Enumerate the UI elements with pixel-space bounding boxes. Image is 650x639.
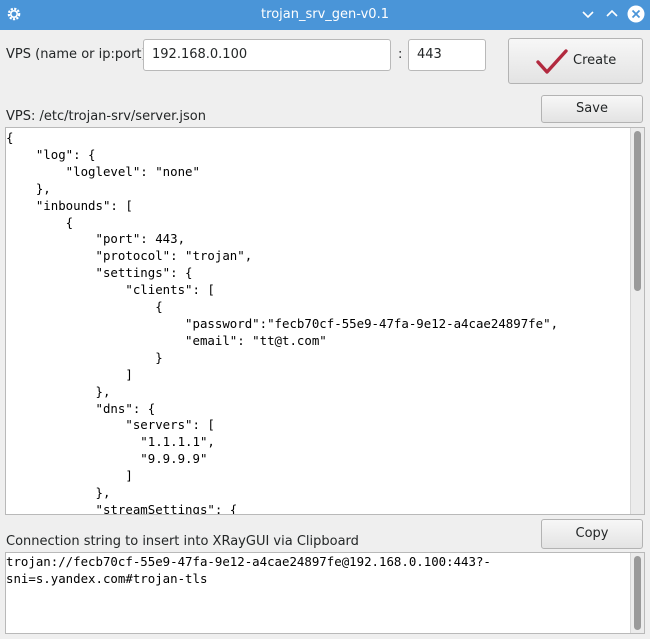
chevron-down-icon[interactable] [580,6,596,22]
vps-port-input[interactable]: 443 [408,39,486,71]
connection-scrollbar-thumb[interactable] [634,556,641,630]
connection-scrollbar[interactable] [630,553,644,633]
window-title: trojan_srv_gen-v0.1 [261,7,389,22]
title-bar: trojan_srv_gen-v0.1 [0,0,650,30]
config-content[interactable]: { "log": { "loglevel": "none" }, "inboun… [6,128,644,514]
connection-label: Connection string to insert into XRayGUI… [6,534,359,549]
checkmark-icon [536,49,568,74]
connection-string[interactable]: trojan://fecb70cf-55e9-47fa-9e12-a4cae24… [6,553,644,588]
copy-button[interactable]: Copy [541,519,643,549]
vps-label: VPS (name or ip:port) [6,47,147,62]
config-path-label: VPS: /etc/trojan-srv/server.json [6,109,206,124]
close-icon[interactable] [627,5,645,23]
create-button-label: Create [573,53,617,68]
config-scrollbar-thumb[interactable] [634,131,641,291]
config-editor[interactable]: { "log": { "loglevel": "none" }, "inboun… [5,127,645,515]
save-button[interactable]: Save [541,95,643,123]
create-button[interactable]: Create [508,38,643,84]
config-scrollbar[interactable] [630,128,644,514]
chevron-up-icon[interactable] [604,6,620,22]
port-separator: : [398,47,403,62]
vps-host-input[interactable]: 192.168.0.100 [143,39,391,71]
connection-string-field[interactable]: trojan://fecb70cf-55e9-47fa-9e12-a4cae24… [5,552,645,634]
